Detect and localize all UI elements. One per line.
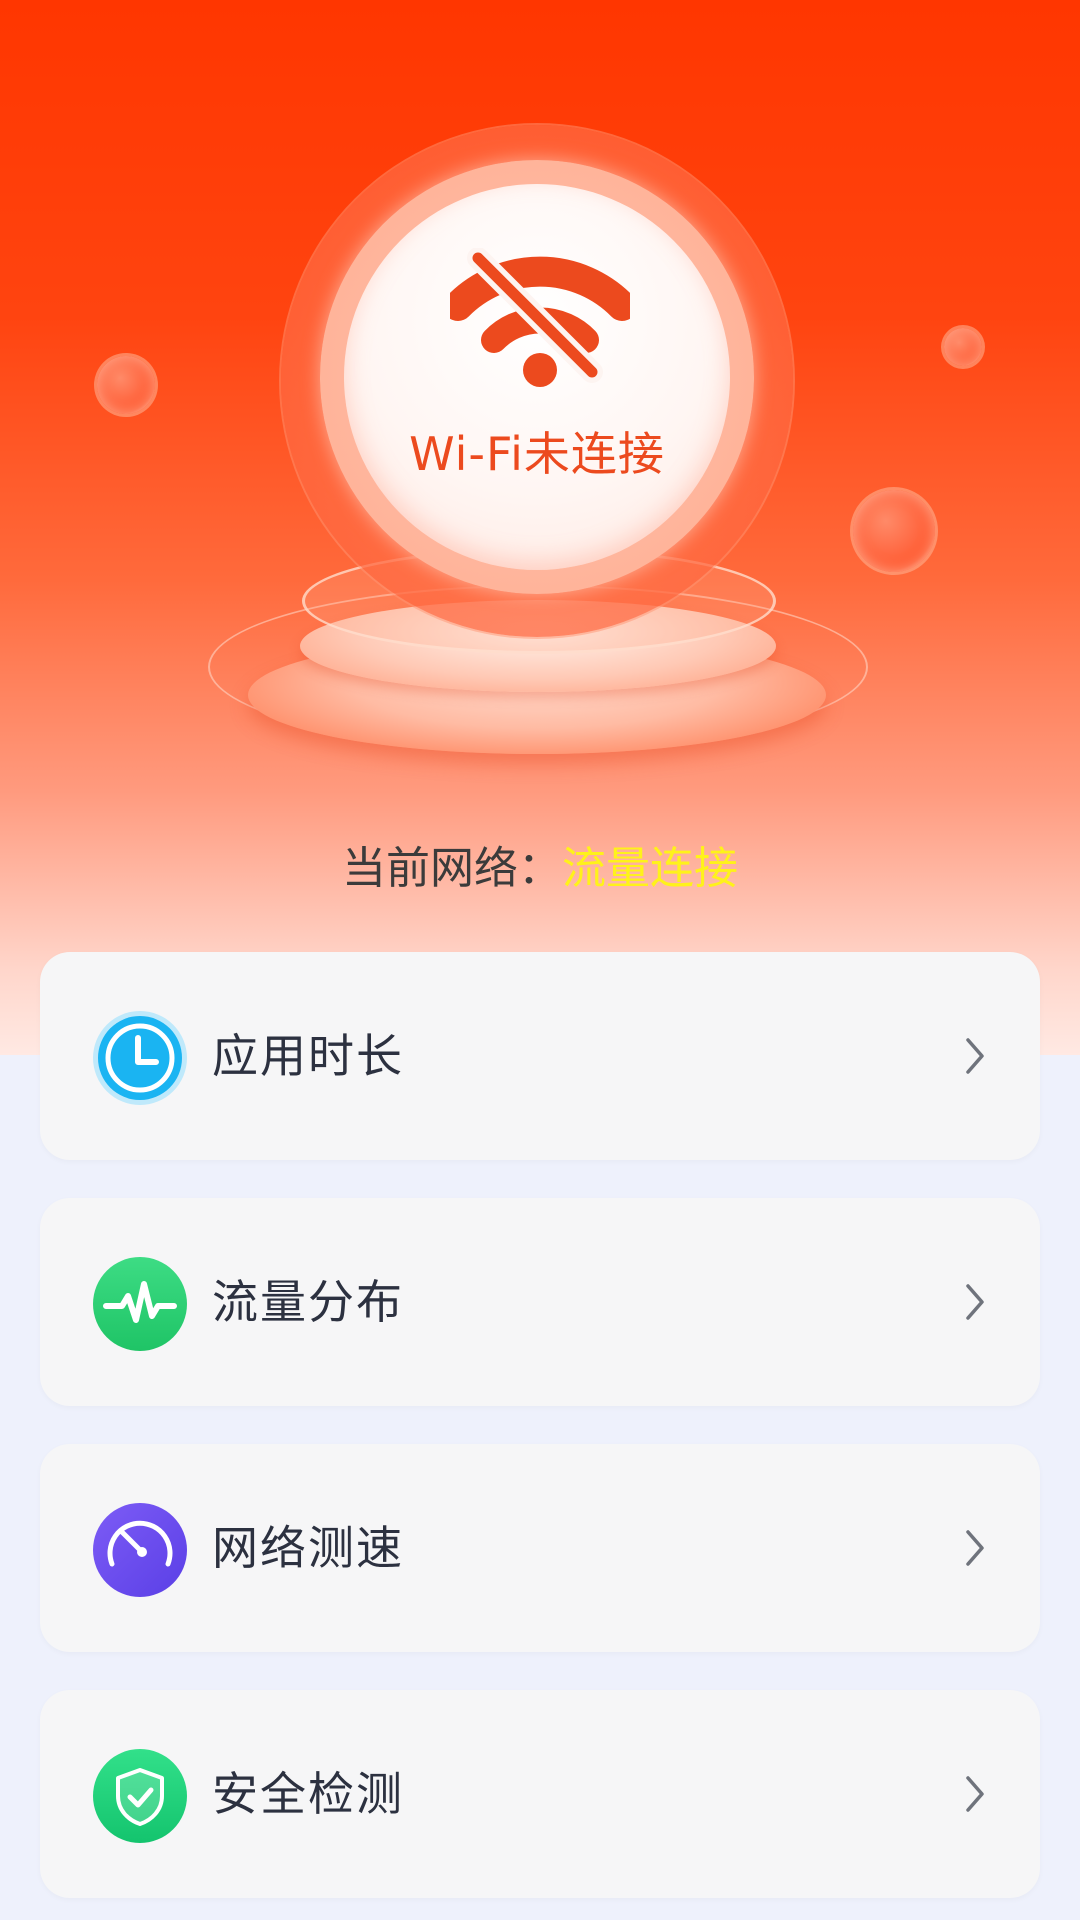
chevron-right-icon	[960, 1282, 990, 1322]
decorative-bubble	[944, 328, 982, 366]
chevron-right-icon	[960, 1774, 990, 1814]
chevron-right-icon	[960, 1036, 990, 1076]
hero-section: Wi-Fi未连接 当前网络：流量连接	[0, 0, 1080, 1055]
menu-item-label: 网络测速	[212, 1521, 404, 1575]
clock-icon	[92, 1010, 188, 1106]
pulse-icon	[92, 1256, 188, 1352]
shield-check-icon	[92, 1748, 188, 1844]
current-network-label: 当前网络：	[342, 843, 562, 894]
menu-item-app-usage[interactable]: 应用时长	[40, 952, 1040, 1160]
menu-item-label: 安全检测	[212, 1767, 404, 1821]
menu-item-network-speed-test[interactable]: 网络测速	[40, 1444, 1040, 1652]
decorative-bubble	[97, 356, 155, 414]
current-network: 当前网络：流量连接	[0, 832, 1080, 896]
wifi-off-icon	[443, 247, 637, 388]
menu-item-label: 流量分布	[212, 1275, 404, 1329]
speedometer-icon	[92, 1502, 188, 1598]
wifi-status-text: Wi-Fi未连接	[409, 427, 665, 481]
menu-item-traffic-distribution[interactable]: 流量分布	[40, 1198, 1040, 1406]
menu-item-security-check[interactable]: 安全检测	[40, 1690, 1040, 1898]
current-network-value: 流量连接	[562, 843, 738, 894]
chevron-right-icon	[960, 1528, 990, 1568]
decorative-bubble	[853, 490, 935, 572]
menu-item-label: 应用时长	[212, 1029, 404, 1083]
